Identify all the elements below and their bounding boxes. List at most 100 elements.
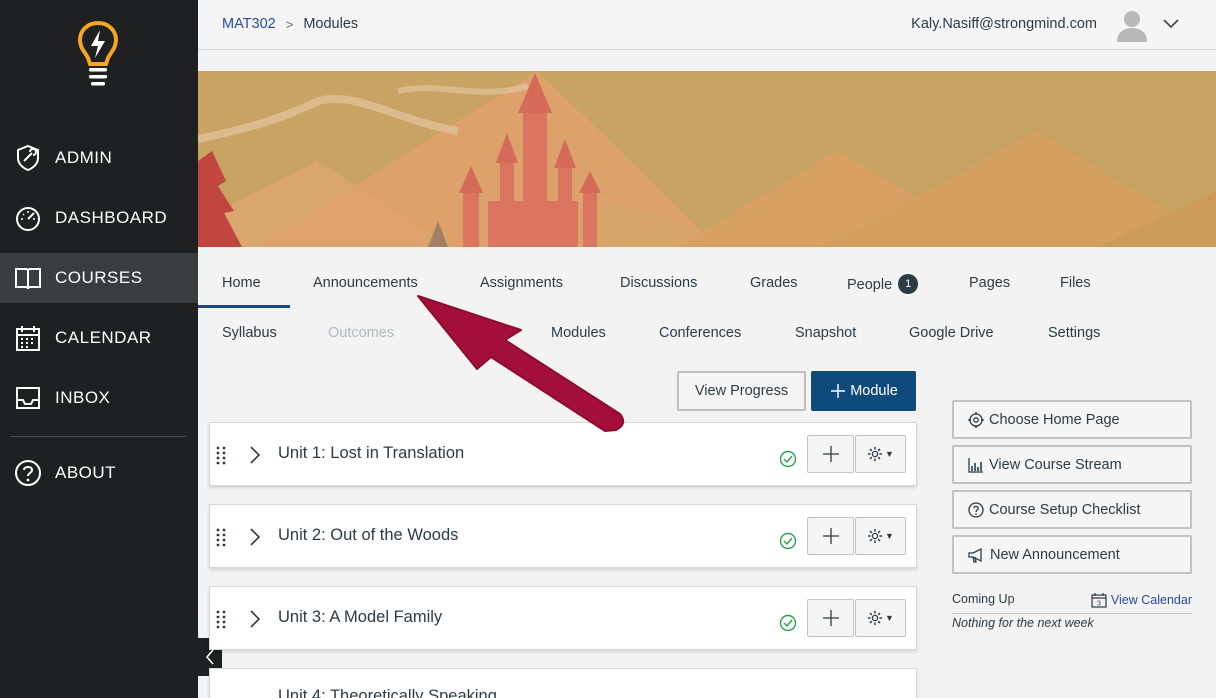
book-icon xyxy=(14,264,42,292)
caret-down-icon: ▼ xyxy=(885,613,894,623)
module-title[interactable]: Unit 2: Out of the Woods xyxy=(278,526,458,545)
breadcrumb-current: Modules xyxy=(303,16,359,32)
plus-icon xyxy=(831,384,846,398)
tab-home[interactable]: Home xyxy=(222,275,261,291)
coming-up-label: Coming Up xyxy=(952,592,1015,606)
speedometer-icon xyxy=(14,204,42,232)
tab-modules[interactable]: Modules xyxy=(551,325,606,341)
shield-icon xyxy=(14,144,42,172)
tab-files[interactable]: Files xyxy=(1060,275,1091,291)
choose-home-page-button[interactable]: Choose Home Page xyxy=(952,400,1192,439)
module-settings-button[interactable]: ▼ xyxy=(855,599,906,637)
view-calendar-link[interactable]: 3 View Calendar xyxy=(1091,592,1192,608)
add-item-button[interactable] xyxy=(807,435,854,473)
tab-google-drive[interactable]: Google Drive xyxy=(909,325,994,341)
calendar-day-number: 3 xyxy=(1097,601,1101,608)
course-setup-checklist-button[interactable]: Course Setup Checklist xyxy=(952,490,1192,529)
add-item-button[interactable] xyxy=(807,599,854,637)
tab-people[interactable]: People 1 xyxy=(847,274,919,295)
top-bar: MAT302 > Modules Kaly.Nasiff@strongmind.… xyxy=(198,0,1216,50)
module-settings-button[interactable]: ▼ xyxy=(855,517,906,555)
nav-label-admin: ADMIN xyxy=(55,148,113,167)
plus-icon xyxy=(822,446,839,462)
view-calendar-label: View Calendar xyxy=(1110,593,1192,607)
published-check-icon[interactable] xyxy=(779,450,797,468)
breadcrumb-separator-icon: > xyxy=(285,16,294,32)
avatar[interactable] xyxy=(1116,8,1148,42)
tab-grades[interactable]: Grades xyxy=(750,275,798,291)
tab-snapshot[interactable]: Snapshot xyxy=(795,325,856,341)
nav-item-about[interactable]: ABOUT xyxy=(0,448,198,498)
question-circle-icon xyxy=(968,501,984,518)
chevron-right-icon[interactable] xyxy=(248,527,262,547)
tab-announcements[interactable]: Announcements xyxy=(313,275,418,291)
choose-home-page-label: Choose Home Page xyxy=(989,411,1120,428)
tab-syllabus[interactable]: Syllabus xyxy=(222,325,277,341)
caret-down-icon: ▼ xyxy=(885,449,894,459)
tab-pages[interactable]: Pages xyxy=(969,275,1010,291)
tab-quizzes[interactable]: Q xyxy=(449,325,460,341)
breadcrumb-course-link[interactable]: MAT302 xyxy=(222,16,276,32)
module-row[interactable]: Unit 3: A Model Family ▼ xyxy=(209,586,917,650)
megaphone-icon xyxy=(968,547,982,563)
module-row[interactable]: Unit 4: Theoretically Speaking xyxy=(209,668,917,698)
module-title[interactable]: Unit 4: Theoretically Speaking xyxy=(278,687,497,698)
inbox-icon xyxy=(14,384,42,412)
nav-label-courses: COURSES xyxy=(55,268,143,287)
plus-icon xyxy=(822,610,839,626)
add-module-button[interactable]: Module xyxy=(811,371,916,411)
breadcrumb: MAT302 > Modules xyxy=(222,16,358,32)
module-title[interactable]: Unit 1: Lost in Translation xyxy=(278,444,464,463)
lightbulb-bolt-icon[interactable] xyxy=(76,20,120,88)
gear-icon xyxy=(868,611,883,625)
course-banner-image xyxy=(198,71,1216,247)
nav-label-calendar: CALENDAR xyxy=(55,328,152,347)
module-row[interactable]: Unit 2: Out of the Woods ▼ xyxy=(209,504,917,568)
nav-item-inbox[interactable]: INBOX xyxy=(0,373,198,423)
caret-down-icon: ▼ xyxy=(885,531,894,541)
module-title[interactable]: Unit 3: A Model Family xyxy=(278,608,442,627)
drag-handle-icon[interactable] xyxy=(216,609,226,629)
drag-handle-icon[interactable] xyxy=(216,445,226,465)
nav-item-courses[interactable]: COURSES xyxy=(0,253,198,303)
tab-outcomes[interactable]: Outcomes xyxy=(328,325,394,341)
calendar-icon xyxy=(14,324,42,352)
tab-assignments[interactable]: Assignments xyxy=(480,275,563,291)
gear-icon xyxy=(868,447,883,461)
people-count-badge: 1 xyxy=(898,274,919,294)
tab-conferences[interactable]: Conferences xyxy=(659,325,741,341)
chevron-right-icon[interactable] xyxy=(248,445,262,465)
chevron-left-icon xyxy=(205,649,214,665)
target-icon xyxy=(968,411,984,428)
bar-chart-icon xyxy=(968,457,983,473)
view-course-stream-button[interactable]: View Course Stream xyxy=(952,445,1192,484)
nav-item-dashboard[interactable]: DASHBOARD xyxy=(0,193,198,243)
course-setup-checklist-label: Course Setup Checklist xyxy=(989,501,1141,518)
chevron-right-icon[interactable] xyxy=(248,609,262,629)
tab-settings[interactable]: Settings xyxy=(1048,325,1100,341)
new-announcement-button[interactable]: New Announcement xyxy=(952,535,1192,574)
calendar-icon: 3 xyxy=(1091,593,1107,608)
new-announcement-label: New Announcement xyxy=(990,546,1120,563)
module-row[interactable]: Unit 1: Lost in Translation ▼ xyxy=(209,422,917,486)
gear-icon xyxy=(868,529,883,543)
module-settings-button[interactable]: ▼ xyxy=(855,435,906,473)
drag-handle-icon[interactable] xyxy=(216,527,226,547)
question-circle-icon xyxy=(14,459,42,487)
nav-item-calendar[interactable]: CALENDAR xyxy=(0,313,198,363)
plus-icon xyxy=(822,528,839,544)
view-course-stream-label: View Course Stream xyxy=(989,456,1122,473)
tab-people-label: People xyxy=(847,276,893,293)
coming-up-empty-message: Nothing for the next week xyxy=(952,616,1094,630)
nav-item-admin[interactable]: ADMIN xyxy=(0,133,198,183)
published-check-icon[interactable] xyxy=(779,614,797,632)
view-progress-button[interactable]: View Progress xyxy=(677,371,806,411)
add-module-label: Module xyxy=(850,383,898,399)
tab-discussions[interactable]: Discussions xyxy=(620,275,697,291)
add-item-button[interactable] xyxy=(807,517,854,555)
user-email: Kaly.Nasiff@strongmind.com xyxy=(911,16,1097,32)
published-check-icon[interactable] xyxy=(779,532,797,550)
chevron-down-icon[interactable] xyxy=(1162,16,1180,30)
nav-label-inbox: INBOX xyxy=(55,388,111,407)
nav-label-about: ABOUT xyxy=(55,463,117,482)
